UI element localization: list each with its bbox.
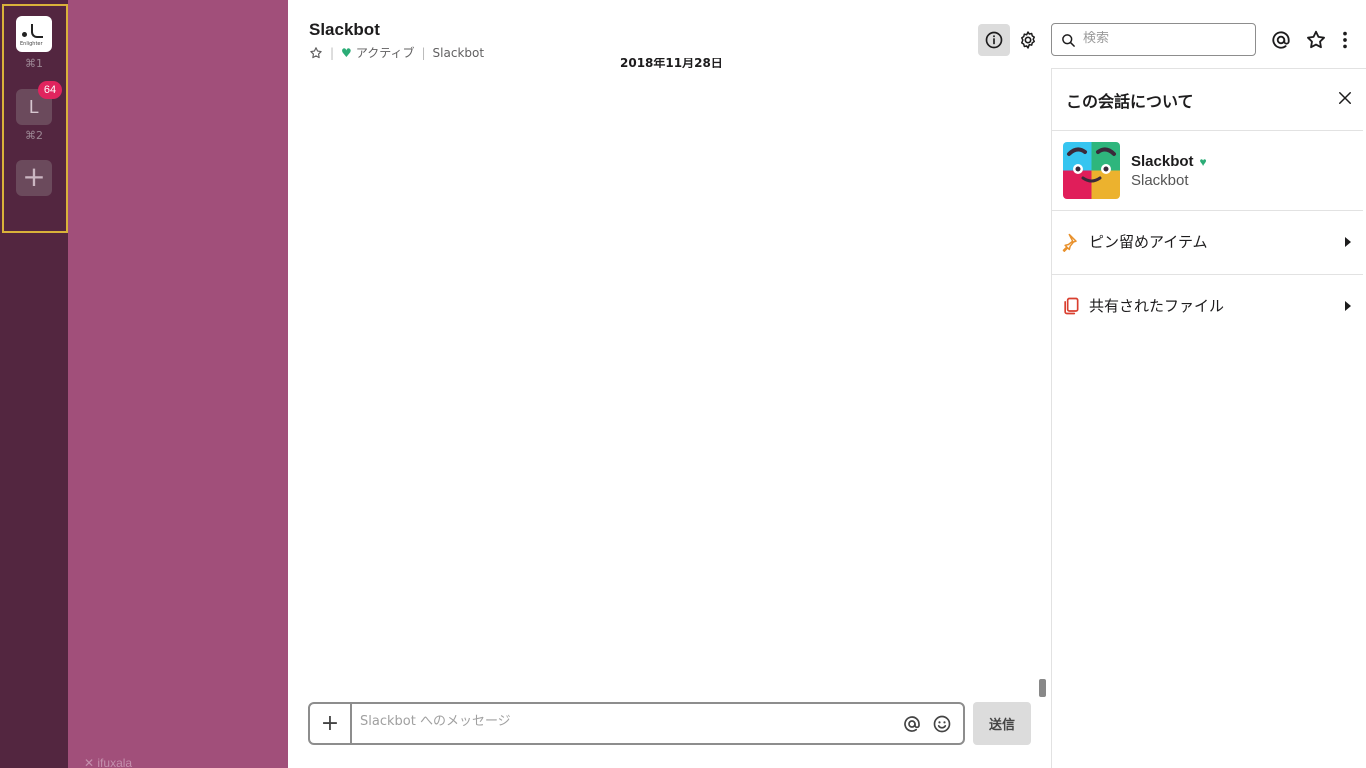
divider	[1052, 130, 1363, 131]
logo-mark	[31, 24, 43, 38]
caret-right-icon	[1345, 301, 1351, 311]
channel-subtitle: Slackbot	[432, 45, 485, 60]
file-icon	[1064, 297, 1079, 315]
starred-items-icon[interactable]	[1305, 29, 1327, 51]
section-shared-files[interactable]: 共有されたファイル	[1052, 281, 1363, 331]
slackbot-avatar[interactable]	[1063, 142, 1120, 199]
bot-subtitle: Slackbot	[1131, 172, 1189, 189]
channel-title[interactable]: Slackbot	[309, 20, 380, 40]
details-toggle-button[interactable]	[978, 24, 1010, 56]
search-icon	[1062, 34, 1075, 47]
caret-right-icon	[1345, 237, 1351, 247]
gear-icon	[1021, 31, 1035, 49]
date-divider: 2018年11月28日	[620, 58, 723, 68]
presence-heart-icon: ♥	[1199, 154, 1207, 169]
section-label: 共有されたファイル	[1089, 297, 1225, 315]
channel-sidebar	[68, 0, 288, 768]
sidebar-footer-text[interactable]: ✕ ifuxala	[84, 756, 132, 768]
unread-badge: 64	[38, 81, 62, 99]
info-icon	[985, 31, 1003, 49]
workspace-rail: Enlighter ⌘1 L 64 ⌘2 +	[0, 0, 68, 768]
pin-icon	[1062, 233, 1077, 252]
search-box[interactable]	[1051, 23, 1256, 56]
emoji-icon[interactable]	[932, 714, 952, 734]
mentions-icon[interactable]	[1270, 29, 1292, 51]
presence-status: アクティブ	[355, 46, 415, 60]
send-button[interactable]: 送信	[973, 702, 1031, 745]
workspace-logo-text: Enlighter	[20, 41, 43, 47]
presence-heart-icon: ♥	[341, 45, 352, 60]
message-scrollbar[interactable]	[1039, 679, 1046, 697]
panel-title: この会話について	[1066, 92, 1194, 111]
mention-icon[interactable]	[902, 714, 922, 734]
bot-name-label: Slackbot	[1131, 153, 1194, 170]
search-input[interactable]	[1083, 31, 1248, 46]
divider	[1052, 274, 1363, 275]
attach-button[interactable]: +	[310, 704, 352, 743]
meta-separator: |	[421, 45, 426, 60]
workspace-shortcut-2: ⌘2	[25, 129, 43, 142]
logo-dot	[22, 32, 27, 37]
date-divider-text: 2018年11月28日	[620, 58, 723, 68]
workspace-icon-1[interactable]: Enlighter	[16, 16, 52, 52]
more-options-icon[interactable]	[1334, 29, 1356, 51]
bot-name[interactable]: Slackbot ♥	[1131, 153, 1207, 170]
message-composer: +	[308, 702, 965, 745]
conversation-pane: Slackbot | ♥ アクティブ | Slackbot 2018年11月28…	[288, 0, 1051, 768]
settings-button[interactable]	[1012, 24, 1044, 56]
details-panel: この会話について Slackbot ♥ Slackbot ピン留めアイテム 共有…	[1051, 68, 1366, 768]
star-icon[interactable]	[309, 46, 323, 60]
meta-separator: |	[330, 45, 335, 60]
message-input[interactable]	[360, 714, 840, 729]
channel-meta: | ♥ アクティブ | Slackbot	[309, 44, 484, 61]
close-icon[interactable]	[1336, 89, 1354, 107]
divider	[1052, 210, 1363, 211]
slackbot-face-icon	[1063, 142, 1120, 199]
section-pinned-items[interactable]: ピン留めアイテム	[1052, 217, 1363, 267]
workspace-shortcut-1: ⌘1	[25, 57, 43, 70]
add-workspace-button[interactable]: +	[16, 160, 52, 196]
section-label: ピン留めアイテム	[1089, 233, 1208, 251]
